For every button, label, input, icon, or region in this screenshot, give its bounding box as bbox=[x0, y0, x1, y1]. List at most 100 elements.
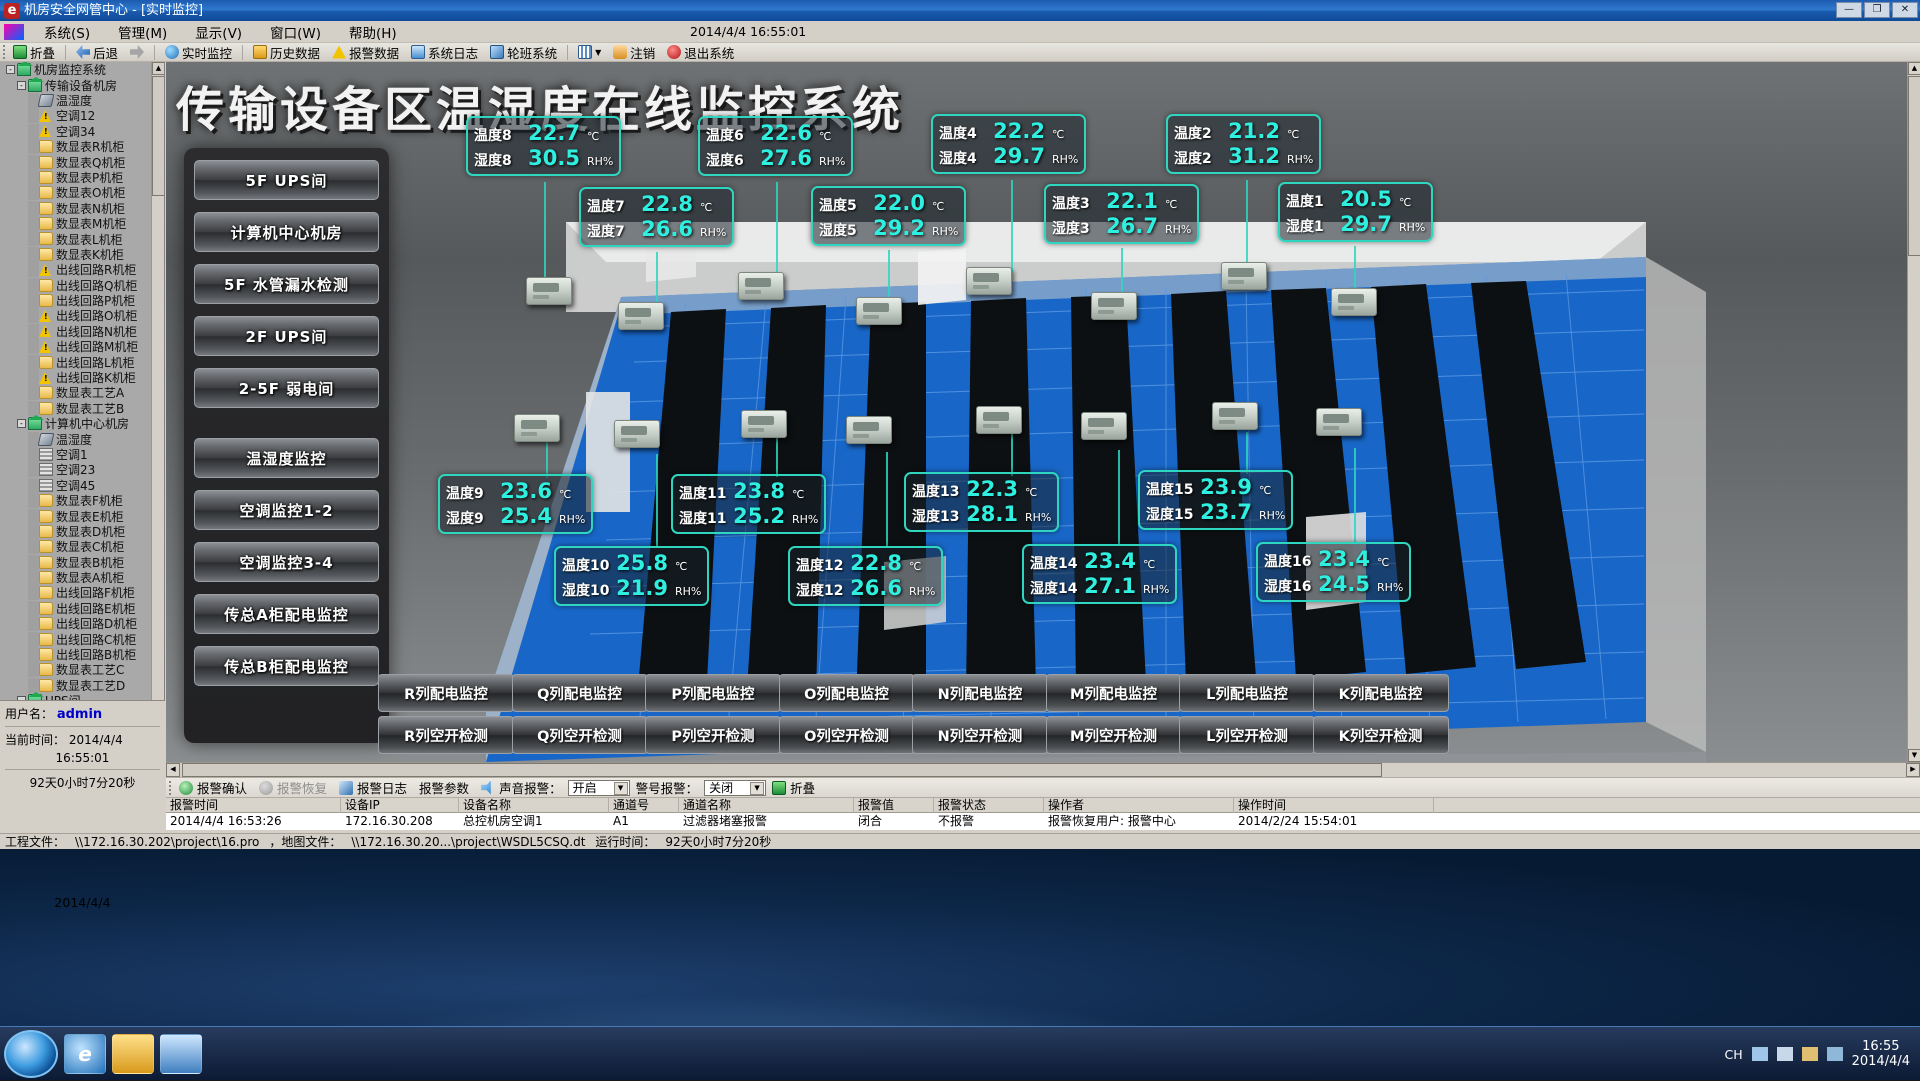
toolbar-collapse[interactable]: 折叠 bbox=[7, 43, 61, 61]
sensor-readout-box[interactable]: 温度5 22.0 ℃ 湿度5 29.2 RH% bbox=[811, 186, 967, 246]
tree-node[interactable]: 数显表O机柜 bbox=[0, 185, 152, 200]
breaker-detect-button[interactable]: L列空开检测 bbox=[1179, 716, 1315, 754]
power-monitor-button[interactable]: K列配电监控 bbox=[1312, 674, 1449, 712]
tree-node[interactable]: 温湿度 bbox=[0, 431, 152, 447]
sensor-device[interactable] bbox=[738, 272, 784, 300]
alarm-confirm-button[interactable]: 报警确认 bbox=[173, 778, 253, 797]
tree-node[interactable]: 出线回路L机柜 bbox=[0, 354, 152, 370]
sensor-readout-box[interactable]: 温度13 22.3 ℃ 湿度13 28.1 RH% bbox=[904, 472, 1060, 532]
power-monitor-button[interactable]: O列配电监控 bbox=[778, 674, 915, 712]
tree-node[interactable]: 数显表Q机柜 bbox=[0, 154, 152, 170]
minimize-button[interactable]: — bbox=[1836, 2, 1862, 18]
folder-icon[interactable] bbox=[112, 1033, 154, 1074]
tree-node[interactable]: 数显表E机柜 bbox=[0, 508, 152, 524]
restore-button[interactable]: ❐ bbox=[1864, 2, 1890, 18]
toolbar-logout[interactable]: 注销 bbox=[607, 43, 661, 61]
chevron-down-icon[interactable]: ▼ bbox=[595, 48, 601, 57]
power-monitor-button[interactable]: Q列配电监控 bbox=[511, 674, 648, 712]
sensor-device[interactable] bbox=[1316, 408, 1362, 436]
tree-node[interactable]: 空调12 bbox=[0, 108, 152, 123]
alarm-column-header[interactable]: 操作时间 bbox=[1234, 797, 1434, 813]
tree-node[interactable]: 出线回路Q机柜 bbox=[0, 277, 152, 293]
tree-node[interactable]: 数显表工艺C bbox=[0, 662, 152, 677]
taskbar-clock[interactable]: 16:55 2014/4/4 bbox=[1852, 1039, 1910, 1069]
menu-help[interactable]: 帮助(H) bbox=[335, 20, 411, 44]
sensor-device[interactable] bbox=[1212, 402, 1258, 430]
toolbar-alarm-data[interactable]: 报警数据 bbox=[326, 43, 405, 61]
nav-button-5f-ups[interactable]: 5F UPS间 bbox=[194, 160, 379, 200]
nav-button-2-5f-weak-power[interactable]: 2-5F 弱电间 bbox=[194, 368, 379, 408]
nav-button-ac-monitor-1-2[interactable]: 空调监控1-2 bbox=[194, 490, 379, 530]
scroll-up-arrow[interactable]: ▲ bbox=[1908, 62, 1920, 75]
alarm-column-header[interactable]: 通道号 bbox=[609, 797, 679, 813]
breaker-detect-button[interactable]: O列空开检测 bbox=[778, 716, 915, 754]
nav-button-power-cabinet-b[interactable]: 传总B柜配电监控 bbox=[194, 646, 379, 686]
breaker-detect-button[interactable]: Q列空开检测 bbox=[511, 716, 648, 754]
alarm-column-header[interactable]: 设备名称 bbox=[459, 797, 609, 813]
scroll-thumb[interactable] bbox=[182, 763, 1382, 777]
sensor-readout-box[interactable]: 温度4 22.2 ℃ 湿度4 29.7 RH% bbox=[931, 114, 1087, 174]
alarm-table-body[interactable]: 2014/4/4 16:53:26 172.16.30.208 总控机房空调1 A1 过… bbox=[166, 813, 1920, 829]
scroll-down-arrow[interactable]: ▼ bbox=[1908, 749, 1920, 762]
menu-system[interactable]: 系统(S) bbox=[30, 20, 104, 44]
tree-node[interactable]: 出线回路F机柜 bbox=[0, 585, 152, 600]
tree-node[interactable]: 出线回路K机柜 bbox=[0, 370, 152, 385]
window-controls[interactable]: — ❐ ✕ bbox=[1836, 2, 1918, 18]
sensor-readout-box[interactable]: 温度8 22.7 ℃ 湿度8 30.5 RH% bbox=[466, 116, 622, 176]
tree-node[interactable]: 数显表工艺B bbox=[0, 400, 152, 416]
sensor-device[interactable] bbox=[976, 406, 1022, 434]
tree-node[interactable]: 数显表L机柜 bbox=[0, 231, 152, 247]
tray-icon-4[interactable] bbox=[1826, 1047, 1843, 1061]
alarm-column-header[interactable]: 报警时间 bbox=[166, 797, 341, 813]
toolbar-back[interactable]: 后退 bbox=[70, 43, 124, 61]
sensor-device[interactable] bbox=[1221, 262, 1267, 290]
chevron-down-icon[interactable]: ▼ bbox=[613, 781, 628, 795]
ime-indicator[interactable]: CH bbox=[1724, 1047, 1742, 1062]
alarm-table[interactable]: 报警时间 设备IP 设备名称 通道号 通道名称 报警值 报警状态 操作者 操作时间 2014/4… bbox=[166, 797, 1920, 830]
tree-node[interactable]: 数显表B机柜 bbox=[0, 554, 152, 570]
breaker-detect-button[interactable]: M列空开检测 bbox=[1045, 716, 1182, 754]
alarm-log-button[interactable]: 报警日志 bbox=[333, 778, 413, 797]
breaker-detect-button[interactable]: K列空开检测 bbox=[1312, 716, 1449, 754]
tray-icon-2[interactable] bbox=[1776, 1047, 1793, 1061]
scroll-thumb[interactable] bbox=[152, 76, 164, 196]
tree-node[interactable]: 数显表F机柜 bbox=[0, 493, 152, 508]
breaker-detect-button[interactable]: P列空开检测 bbox=[645, 716, 781, 754]
tree-node[interactable]: 出线回路R机柜 bbox=[0, 262, 152, 277]
nav-button-temp-humidity[interactable]: 温湿度监控 bbox=[194, 438, 379, 478]
media-icon[interactable] bbox=[160, 1033, 202, 1074]
tree-node[interactable]: 出线回路M机柜 bbox=[0, 339, 152, 354]
tray-icon-3[interactable] bbox=[1801, 1047, 1818, 1061]
tree-node[interactable]: 出线回路N机柜 bbox=[0, 323, 152, 339]
alarm-column-header[interactable]: 报警状态 bbox=[934, 797, 1044, 813]
alarm-collapse-button[interactable]: 折叠 bbox=[766, 778, 821, 797]
toolbar-realtime-monitor[interactable]: 实时监控 bbox=[159, 43, 238, 61]
sensor-device[interactable] bbox=[618, 302, 664, 330]
sensor-readout-box[interactable]: 温度11 23.8 ℃ 湿度11 25.2 RH% bbox=[671, 474, 827, 534]
alarm-table-row[interactable]: 2014/4/4 16:53:26 172.16.30.208 总控机房空调1 A1 过… bbox=[166, 813, 1920, 829]
toolbar-calendar[interactable]: ▼ bbox=[572, 43, 607, 61]
power-monitor-button[interactable]: N列配电监控 bbox=[912, 674, 1048, 712]
scroll-thumb[interactable] bbox=[1908, 76, 1920, 256]
sensor-device[interactable] bbox=[1091, 292, 1137, 320]
chevron-down-icon[interactable]: ▼ bbox=[750, 781, 765, 795]
power-monitor-button[interactable]: L列配电监控 bbox=[1179, 674, 1315, 712]
scene-canvas[interactable]: 传输设备区温湿度在线监控系统 5F UPS间 计算机中心机房 5F 水管漏水检测… bbox=[166, 62, 1907, 762]
nav-button-ac-monitor-3-4[interactable]: 空调监控3-4 bbox=[194, 542, 379, 582]
sensor-device[interactable] bbox=[741, 410, 787, 438]
toolbar-exit[interactable]: 退出系统 bbox=[661, 43, 740, 61]
tree-node[interactable]: - 计算机中心机房 bbox=[0, 415, 152, 431]
tree-node[interactable]: 空调23 bbox=[0, 462, 152, 477]
sensor-device[interactable] bbox=[856, 297, 902, 325]
tree-node[interactable]: 数显表M机柜 bbox=[0, 216, 152, 231]
nav-button-2f-ups[interactable]: 2F UPS间 bbox=[194, 316, 379, 356]
toolbar-system-log[interactable]: 系统日志 bbox=[405, 43, 484, 61]
tree-node[interactable]: 出线回路P机柜 bbox=[0, 293, 152, 308]
tree-node[interactable]: 出线回路C机柜 bbox=[0, 631, 152, 647]
tree-node[interactable]: 数显表A机柜 bbox=[0, 570, 152, 585]
tree-node[interactable]: 出线回路O机柜 bbox=[0, 308, 152, 323]
tree-node[interactable]: 数显表工艺D bbox=[0, 677, 152, 693]
toolbar-history-data[interactable]: 历史数据 bbox=[247, 43, 326, 61]
alarm-restore-button[interactable]: 报警恢复 bbox=[253, 778, 333, 797]
tree-node[interactable]: - 传输设备机房 bbox=[0, 76, 152, 93]
